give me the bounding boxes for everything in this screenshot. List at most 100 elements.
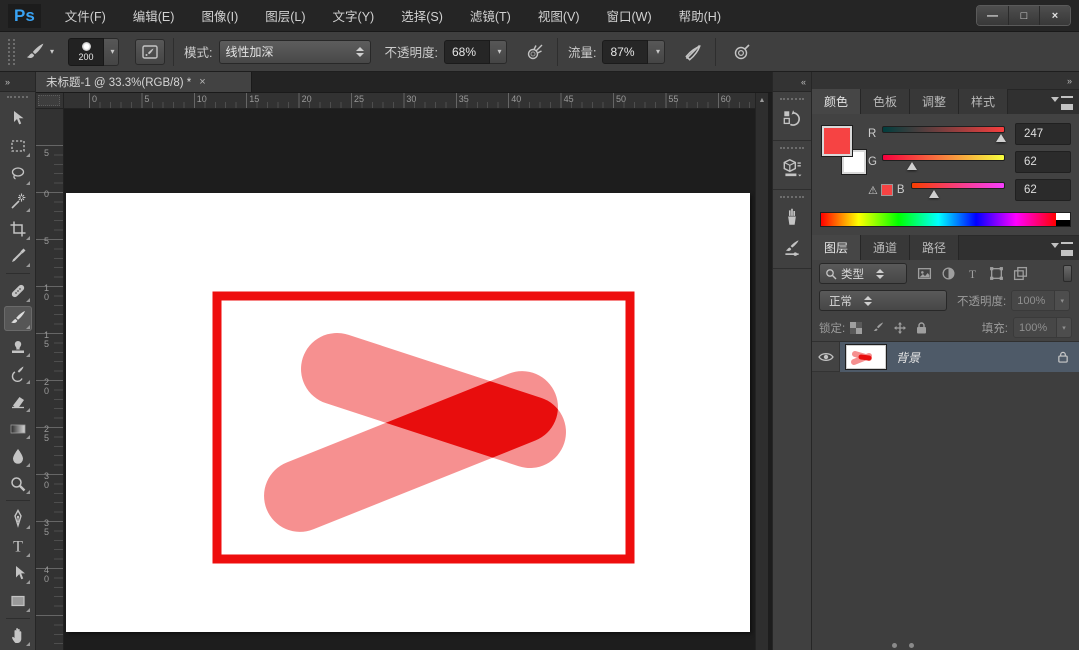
panel-menu-icon[interactable] bbox=[1051, 96, 1073, 107]
tablet-pressure-opacity-button[interactable] bbox=[521, 39, 549, 65]
menu-file[interactable]: 文件(F) bbox=[65, 6, 106, 25]
red-value-input[interactable]: 247 bbox=[1015, 123, 1071, 145]
brush-tool[interactable] bbox=[4, 306, 32, 332]
brush-settings-panel-button[interactable] bbox=[776, 232, 808, 262]
type-tool[interactable]: T bbox=[4, 533, 32, 559]
close-button[interactable]: × bbox=[1039, 6, 1070, 25]
tab-color[interactable]: 颜色 bbox=[812, 89, 861, 114]
layer-opacity-value[interactable]: 100% bbox=[1011, 290, 1055, 311]
blend-mode-select[interactable]: 线性加深 bbox=[219, 40, 371, 64]
tools-grip[interactable] bbox=[7, 96, 28, 104]
rectangular-marquee-tool[interactable] bbox=[4, 134, 32, 160]
canvas[interactable] bbox=[66, 193, 750, 632]
clone-stamp-tool[interactable] bbox=[4, 333, 32, 359]
flow-input[interactable]: 87% bbox=[602, 40, 648, 64]
flow-slider-dropdown[interactable]: ▾ bbox=[648, 40, 665, 64]
channel-thumb[interactable] bbox=[996, 134, 1006, 142]
layer-row-background[interactable]: 背景 bbox=[812, 342, 1079, 372]
menu-select[interactable]: 选择(S) bbox=[401, 6, 443, 25]
tab-paths[interactable]: 路径 bbox=[910, 235, 959, 260]
fill-value[interactable]: 100% bbox=[1013, 317, 1057, 338]
panels-collapse-button[interactable]: » bbox=[812, 72, 1079, 90]
green-value-input[interactable]: 62 bbox=[1015, 151, 1071, 173]
opacity-input[interactable]: 68% bbox=[444, 40, 490, 64]
brush-presets-panel-button[interactable] bbox=[776, 202, 808, 232]
dodge-tool[interactable] bbox=[4, 471, 32, 497]
lock-position-icon[interactable] bbox=[893, 321, 907, 335]
red-slider[interactable] bbox=[882, 124, 1005, 144]
filter-pixel-layers-icon[interactable] bbox=[917, 266, 932, 281]
vertical-scrollbar[interactable]: ▲ bbox=[755, 93, 768, 650]
menu-filter[interactable]: 滤镜(T) bbox=[470, 6, 511, 25]
dock-grip[interactable] bbox=[780, 196, 804, 198]
dock-grip[interactable] bbox=[780, 98, 804, 100]
blue-slider[interactable] bbox=[911, 180, 1005, 200]
brush-picker-dropdown[interactable]: ▾ bbox=[104, 38, 119, 66]
opacity-slider-dropdown[interactable]: ▾ bbox=[490, 40, 507, 64]
fill-dropdown[interactable]: ▾ bbox=[1057, 317, 1072, 338]
menu-layer[interactable]: 图层(L) bbox=[265, 6, 305, 25]
white-black-swatches[interactable] bbox=[1056, 213, 1070, 226]
hand-tool[interactable] bbox=[4, 623, 32, 649]
blue-value-input[interactable]: 62 bbox=[1015, 179, 1071, 201]
options-bar-grip[interactable] bbox=[8, 39, 15, 65]
eraser-tool[interactable] bbox=[4, 388, 32, 414]
properties-panel-button[interactable] bbox=[776, 153, 808, 183]
tablet-pressure-size-button[interactable] bbox=[728, 39, 756, 65]
menu-help[interactable]: 帮助(H) bbox=[679, 6, 721, 25]
filter-adjustment-layers-icon[interactable] bbox=[941, 266, 956, 281]
gamut-warning[interactable]: ⚠ bbox=[868, 184, 893, 197]
pen-tool[interactable] bbox=[4, 505, 32, 531]
gradient-tool[interactable] bbox=[4, 416, 32, 442]
tool-preset-picker[interactable]: ▾ bbox=[19, 38, 58, 66]
tab-swatches[interactable]: 色板 bbox=[861, 89, 910, 114]
layers-panel-footer-icons[interactable] bbox=[892, 643, 914, 648]
filter-type-layers-icon[interactable]: T bbox=[965, 266, 980, 281]
filter-shape-layers-icon[interactable] bbox=[989, 266, 1004, 281]
dock-expand-button[interactable]: « bbox=[773, 72, 811, 92]
channel-thumb[interactable] bbox=[907, 162, 917, 170]
tab-channels[interactable]: 通道 bbox=[861, 235, 910, 260]
menu-type[interactable]: 文字(Y) bbox=[333, 6, 375, 25]
layer-thumbnail[interactable] bbox=[846, 345, 886, 369]
lock-pixels-icon[interactable] bbox=[871, 321, 885, 335]
maximize-button[interactable]: □ bbox=[1008, 6, 1039, 25]
history-brush-tool[interactable] bbox=[4, 361, 32, 387]
lock-transparency-icon[interactable] bbox=[849, 321, 863, 335]
filter-smart-objects-icon[interactable] bbox=[1013, 266, 1028, 281]
tab-adjustments[interactable]: 调整 bbox=[910, 89, 959, 114]
toggle-brush-panel-button[interactable] bbox=[135, 39, 165, 65]
layer-blend-mode-select[interactable]: 正常 bbox=[819, 290, 947, 311]
tab-close-icon[interactable]: × bbox=[199, 76, 205, 88]
layer-visibility-toggle[interactable] bbox=[812, 342, 840, 372]
document-tab[interactable]: 未标题-1 @ 33.3%(RGB/8) * × bbox=[36, 72, 252, 92]
tab-styles[interactable]: 样式 bbox=[959, 89, 1008, 114]
filter-type-select[interactable]: 类型 bbox=[819, 263, 907, 284]
foreground-color-swatch[interactable] bbox=[822, 126, 852, 156]
color-spectrum-ramp[interactable] bbox=[820, 212, 1071, 227]
path-selection-tool[interactable] bbox=[4, 561, 32, 587]
spot-healing-brush-tool[interactable] bbox=[4, 278, 32, 304]
scroll-up-icon[interactable]: ▲ bbox=[759, 97, 766, 650]
blur-tool[interactable] bbox=[4, 443, 32, 469]
filtering-toggle[interactable] bbox=[1063, 265, 1072, 282]
history-panel-button[interactable] bbox=[776, 104, 808, 134]
menu-view[interactable]: 视图(V) bbox=[538, 6, 580, 25]
crop-tool[interactable] bbox=[4, 216, 32, 242]
gamut-color-swatch[interactable] bbox=[881, 184, 893, 196]
lock-all-icon[interactable] bbox=[915, 321, 928, 335]
menu-image[interactable]: 图像(I) bbox=[201, 6, 238, 25]
minimize-button[interactable]: — bbox=[977, 6, 1008, 25]
tools-collapse-button[interactable]: » bbox=[0, 72, 35, 92]
channel-thumb[interactable] bbox=[929, 190, 939, 198]
lasso-tool[interactable] bbox=[4, 161, 32, 187]
menu-edit[interactable]: 编辑(E) bbox=[133, 6, 175, 25]
green-slider[interactable] bbox=[882, 152, 1005, 172]
menu-window[interactable]: 窗口(W) bbox=[607, 6, 652, 25]
magic-wand-tool[interactable] bbox=[4, 189, 32, 215]
dock-grip[interactable] bbox=[780, 147, 804, 149]
eyedropper-tool[interactable] bbox=[4, 244, 32, 270]
move-tool[interactable] bbox=[4, 106, 32, 132]
panel-menu-icon[interactable] bbox=[1051, 242, 1073, 253]
ruler-origin-box[interactable] bbox=[38, 95, 60, 106]
